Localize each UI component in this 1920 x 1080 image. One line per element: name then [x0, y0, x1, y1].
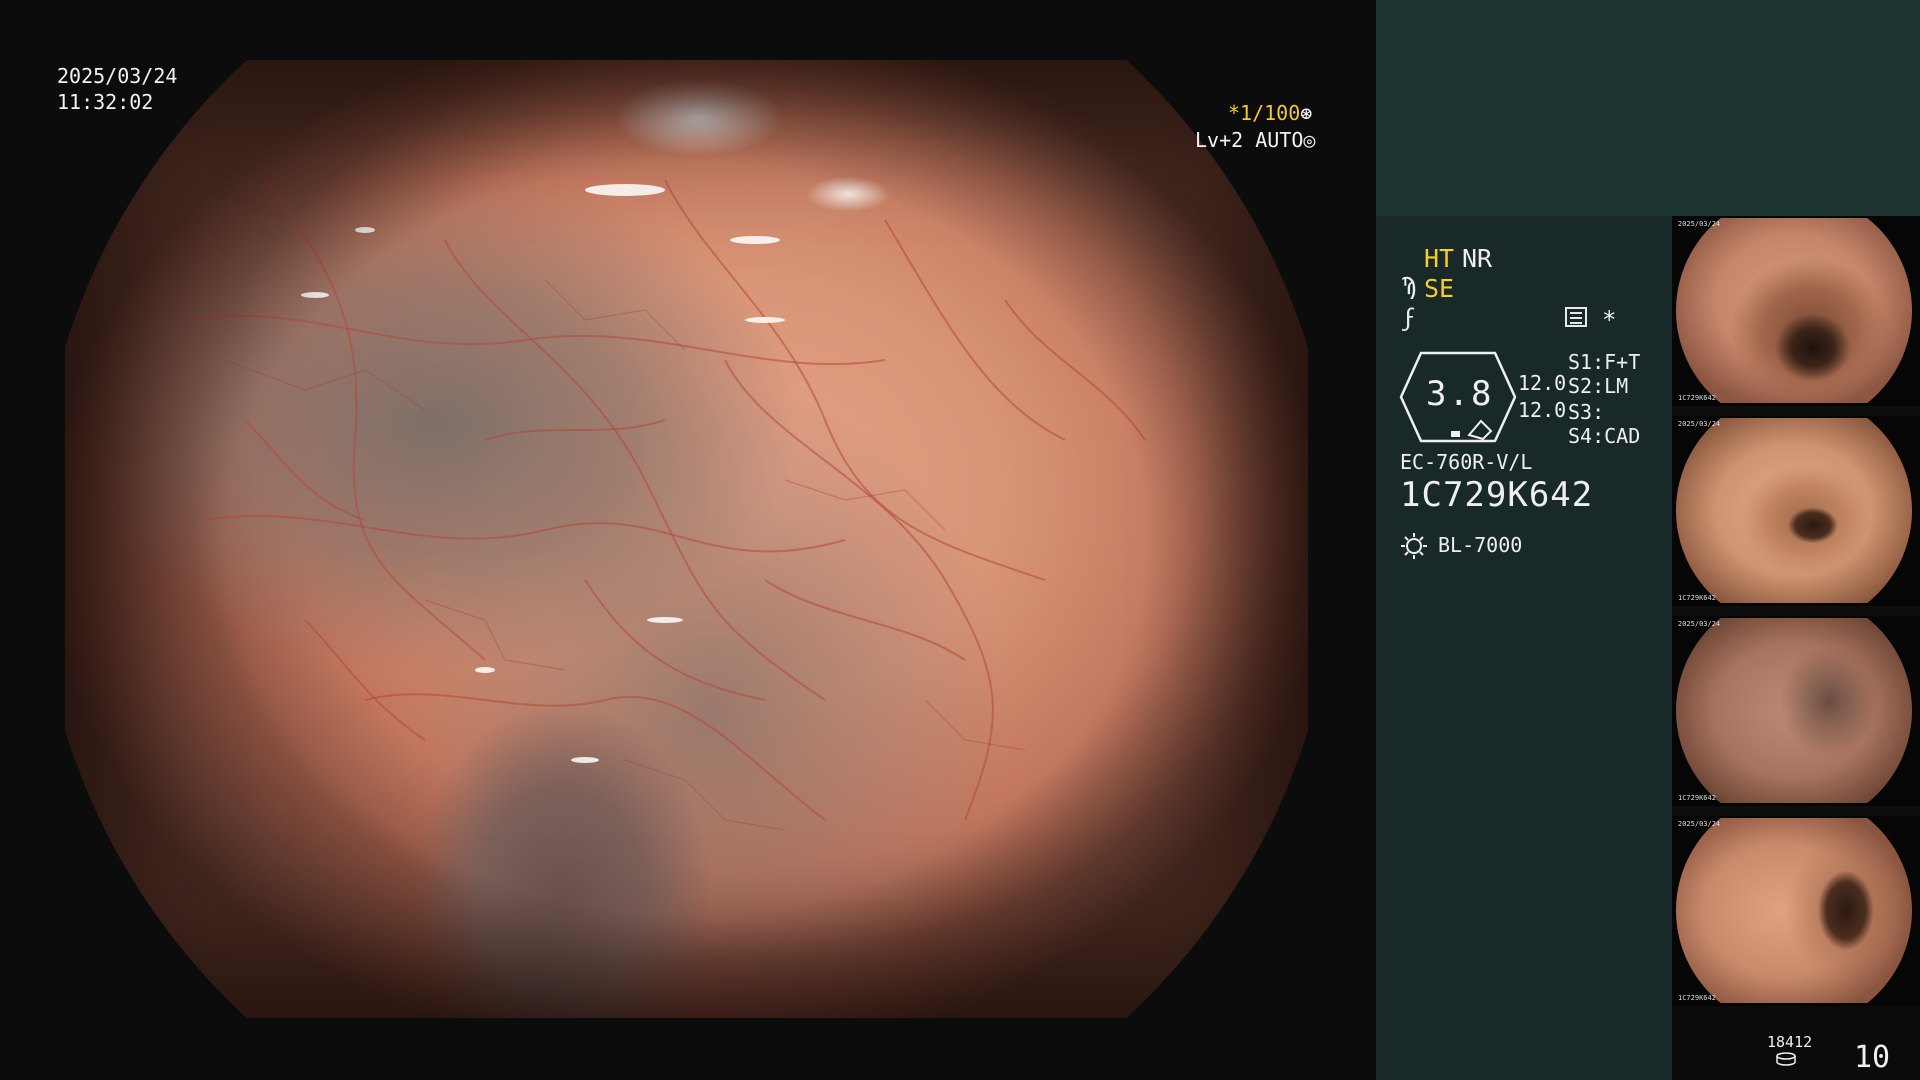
endoscope-image	[65, 60, 1308, 1018]
switch-s1: S1:F+T	[1568, 350, 1641, 374]
shutter-speed-value: *1/100	[1228, 101, 1301, 125]
star-marker: *	[1602, 306, 1617, 334]
parameter-value-a: 12.0	[1518, 371, 1567, 395]
mucosa-vessels	[184, 179, 1146, 831]
image-page-count: 10	[1854, 1040, 1891, 1075]
switch-s3: S3:	[1568, 400, 1605, 424]
thumbnail-serial: 1C729K642	[1678, 994, 1716, 1002]
hint-ht-label: HT	[1424, 244, 1455, 273]
thumbnail-image	[1676, 818, 1912, 1003]
settings-panel	[1376, 216, 1672, 1080]
thumbnail-serial: 1C729K642	[1678, 594, 1716, 602]
thumbnail-serial: 1C729K642	[1678, 394, 1716, 402]
brightness-level: Lv+2 AUTO◎	[1195, 127, 1315, 153]
thumbnail-4[interactable]: 2025/03/24 1C729K642	[1672, 816, 1920, 1006]
scope-model: EC-760R-V/L	[1400, 450, 1533, 474]
scope-serial: 1C729K642	[1400, 475, 1594, 515]
iris-icon: ⊛	[1300, 101, 1313, 125]
record-list-icon	[1565, 307, 1587, 327]
switch-s4: S4:CAD	[1568, 424, 1641, 448]
light-source-label: BL-7000	[1438, 533, 1523, 557]
switch-s2: S2:LM	[1568, 374, 1629, 398]
thumbnail-date: 2025/03/24	[1678, 620, 1721, 628]
auto-iris-icon: ◎	[1303, 128, 1316, 152]
exam-time: 11:32:02	[57, 90, 154, 114]
thumbnail-image	[1676, 418, 1912, 603]
thumbnail-date: 2025/03/24	[1678, 820, 1721, 828]
thumbnail-1[interactable]: 2025/03/24 1C729K642	[1672, 216, 1920, 406]
thumbnail-image	[1676, 218, 1912, 403]
color-enhance-icon: ϝ	[1402, 304, 1417, 332]
thumbnail-serial: 1C729K642	[1678, 794, 1716, 802]
thumbnail-date: 2025/03/24	[1678, 420, 1721, 428]
structure-enhance-label: SE	[1424, 274, 1455, 303]
structure-enhance-icon: Ϡ	[1402, 274, 1416, 300]
zoom-gauge-value: 3.8	[1426, 374, 1494, 414]
parameter-value-b: 12.0	[1518, 398, 1567, 422]
top-info-panel	[1376, 0, 1920, 216]
brightness-level-value: Lv+2 AUTO	[1195, 128, 1304, 152]
shutter-speed: *1/100⊛	[1228, 100, 1376, 126]
thumbnail-date: 2025/03/24	[1678, 220, 1721, 228]
thumbnail-2[interactable]: 2025/03/24 1C729K642	[1672, 416, 1920, 606]
exam-date: 2025/03/24	[57, 64, 178, 88]
thumbnail-image	[1676, 618, 1912, 803]
endoscope-viewport: 2025/03/24 11:32:02 *1/100⊛ Lv+2 AUTO◎	[0, 0, 1376, 1080]
thumbnail-3[interactable]: 2025/03/24 1C729K642	[1672, 616, 1920, 806]
noise-reduction-label: NR	[1462, 244, 1493, 273]
storage-disk-icon	[1776, 1052, 1796, 1066]
storage-counter: 18412	[1767, 1033, 1813, 1051]
light-source-icon	[1401, 533, 1427, 559]
captured-images-list: 2025/03/24 1C729K642 2025/03/24 1C729K64…	[1672, 216, 1920, 1006]
